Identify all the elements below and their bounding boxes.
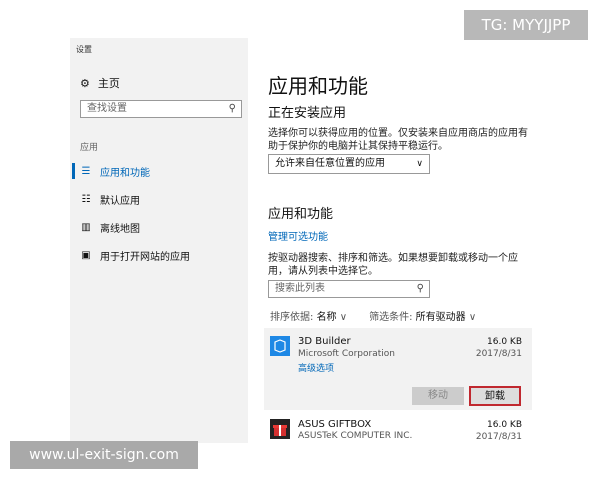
sort-label: 排序依据:: [270, 312, 314, 323]
app-publisher: ASUSTeK COMPUTER INC.: [298, 431, 413, 441]
app-size: 16.0 KB: [487, 420, 522, 430]
apps-search-input[interactable]: 搜索此列表 ⚲: [268, 280, 430, 298]
sort-dropdown[interactable]: 排序依据: 名称 ∨: [270, 308, 347, 323]
app-date: 2017/8/31: [475, 432, 522, 442]
filter-dropdown[interactable]: 筛选条件: 所有驱动器 ∨: [369, 308, 476, 323]
sidebar-item-label: 应用和功能: [100, 167, 150, 179]
page-title: 应用和功能: [268, 74, 368, 98]
app-size: 16.0 KB: [487, 337, 522, 347]
watermark-bottom: www.ul-exit-sign.com: [10, 441, 198, 469]
gift-box-icon: [270, 419, 290, 439]
sort-filter-bar: 排序依据: 名称 ∨ 筛选条件: 所有驱动器 ∨: [270, 308, 476, 323]
sidebar-item-label: 默认应用: [100, 195, 140, 207]
app-date: 2017/8/31: [475, 349, 522, 359]
search-placeholder: 搜索此列表: [275, 283, 325, 294]
map-icon: ▥: [81, 221, 91, 233]
move-button[interactable]: 移动: [412, 387, 464, 405]
chevron-down-icon: ∨: [339, 312, 348, 323]
filter-value: 所有驱动器: [415, 312, 466, 323]
sidebar-item-label: 离线地图: [100, 223, 140, 235]
apps-description: 按驱动器搜索、排序和筛选。如果想要卸载或移动一个应用，请从列表中选择它。: [268, 253, 518, 277]
app-publisher: Microsoft Corporation: [298, 349, 395, 359]
sidebar-item-home[interactable]: ⚙ 主页: [80, 75, 120, 91]
app-name[interactable]: ASUS GIFTBOX: [298, 419, 371, 430]
gear-icon: ⚙: [80, 76, 90, 90]
filter-label: 筛选条件:: [369, 312, 413, 323]
sidebar-item-apps-features[interactable]: ☰ 应用和功能: [80, 163, 150, 179]
install-heading: 正在安装应用: [268, 106, 347, 121]
sidebar: [70, 38, 248, 443]
manage-optional-features-link[interactable]: 管理可选功能: [268, 228, 328, 243]
website-apps-icon: ▣: [81, 249, 91, 261]
window-title: 设置: [76, 45, 92, 54]
active-indicator: [72, 163, 75, 179]
sidebar-item-website-apps[interactable]: ▣ 用于打开网站的应用: [80, 247, 190, 263]
watermark-top: TG: MYYJJPP: [464, 10, 588, 40]
sort-value: 名称: [316, 312, 337, 323]
sidebar-item-offline-maps[interactable]: ▥ 离线地图: [80, 219, 140, 235]
install-source-value: 允许来自任意位置的应用: [275, 158, 385, 169]
search-icon[interactable]: ⚲: [417, 281, 424, 297]
list-icon: ☰: [81, 165, 91, 177]
sidebar-item-label: 用于打开网站的应用: [100, 251, 190, 263]
uninstall-button[interactable]: 卸载: [469, 386, 521, 406]
sidebar-item-default-apps[interactable]: ☷ 默认应用: [80, 191, 140, 207]
search-icon[interactable]: ⚲: [229, 101, 236, 117]
advanced-options-link[interactable]: 高级选项: [298, 361, 334, 374]
default-apps-icon: ☷: [81, 193, 91, 205]
settings-search-input[interactable]: 查找设置 ⚲: [80, 100, 242, 118]
chevron-down-icon: ∨: [416, 159, 423, 169]
search-placeholder: 查找设置: [87, 103, 127, 114]
chevron-down-icon: ∨: [468, 312, 477, 323]
apps-heading: 应用和功能: [268, 207, 334, 222]
3d-builder-icon: [270, 336, 290, 356]
install-source-select[interactable]: 允许来自任意位置的应用 ∨: [268, 154, 430, 174]
sidebar-section-label: 应用: [80, 143, 99, 153]
app-name: 3D Builder: [298, 336, 351, 347]
home-label: 主页: [97, 77, 120, 90]
install-description: 选择你可以获得应用的位置。仅安装来自应用商店的应用有助于保护你的电脑并让其保持平…: [268, 128, 528, 152]
